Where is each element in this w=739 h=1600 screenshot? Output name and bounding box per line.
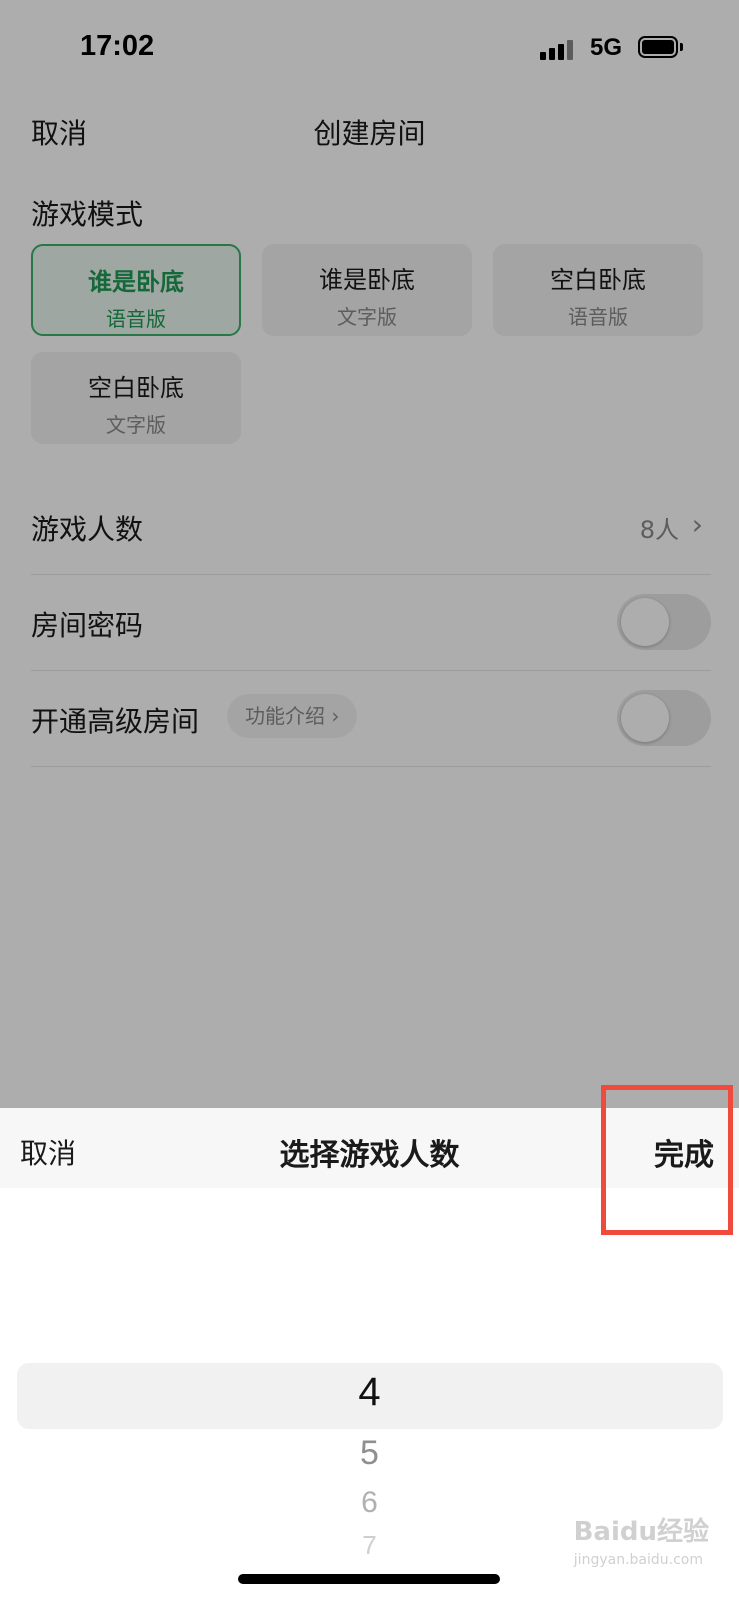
modal-backdrop[interactable] — [0, 0, 739, 1108]
home-indicator[interactable] — [238, 1574, 500, 1584]
watermark: Baidu经验 — [573, 1517, 709, 1547]
picker-item[interactable]: 5 — [0, 1434, 739, 1473]
watermark-url: jingyan.baidu.com — [573, 1552, 703, 1568]
annotation-highlight-box — [601, 1085, 733, 1235]
picker-item[interactable]: 4 — [0, 1370, 739, 1415]
